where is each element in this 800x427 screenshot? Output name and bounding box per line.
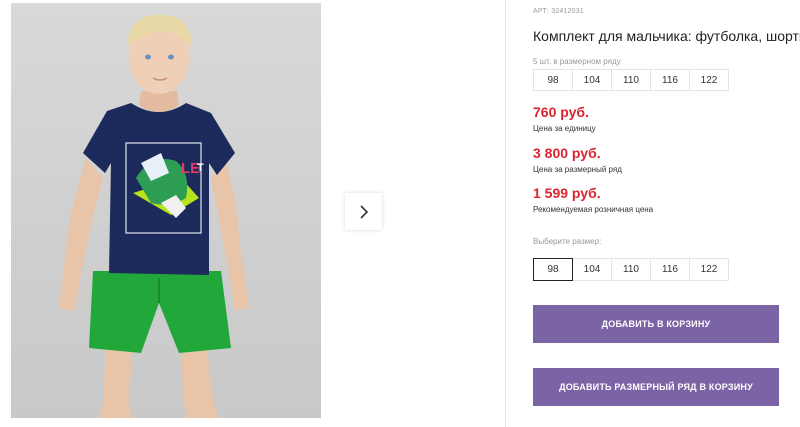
boy-in-tshirt-and-shorts-image: LE T	[59, 14, 249, 418]
unit-price: 760 руб.	[533, 104, 589, 120]
next-image-button[interactable]	[345, 193, 382, 230]
range-price-label: Цена за размерный ряд	[533, 165, 622, 174]
retail-price: 1 599 руб.	[533, 185, 601, 201]
size-option-110[interactable]: 110	[611, 258, 651, 281]
size-range-item: 122	[689, 69, 729, 91]
size-option-104[interactable]: 104	[572, 258, 612, 281]
size-range-item: 116	[650, 69, 690, 91]
size-range-item: 110	[611, 69, 651, 91]
product-title: Комплект для мальчика: футболка, шорты	[533, 28, 800, 44]
size-range-item: 98	[533, 69, 573, 91]
svg-text:T: T	[197, 162, 204, 174]
size-option-98[interactable]: 98	[533, 258, 573, 281]
size-option-116[interactable]: 116	[650, 258, 690, 281]
pack-size-note: 5 шт. в размерном ряду	[533, 57, 621, 66]
product-photo[interactable]: LE T	[11, 3, 321, 418]
range-price: 3 800 руб.	[533, 145, 601, 161]
retail-price-label: Рекомендуемая розничная цена	[533, 205, 654, 214]
article-number: АРТ: 32412031	[533, 8, 584, 15]
size-range-item: 104	[572, 69, 612, 91]
product-gallery: LE T	[0, 0, 505, 427]
add-size-range-to-cart-button[interactable]: ДОБАВИТЬ РАЗМЕРНЫЙ РЯД В КОРЗИНУ	[533, 368, 779, 406]
add-to-cart-button[interactable]: ДОБАВИТЬ В КОРЗИНУ	[533, 305, 779, 343]
size-selector: 98 104 110 116 122	[533, 258, 729, 281]
size-option-122[interactable]: 122	[689, 258, 729, 281]
choose-size-label: Выберите размер:	[533, 237, 602, 246]
unit-price-label: Цена за единицу	[533, 124, 596, 133]
size-range-list: 98 104 110 116 122	[533, 69, 729, 91]
chevron-right-icon	[359, 204, 368, 219]
panel-divider	[505, 0, 506, 427]
